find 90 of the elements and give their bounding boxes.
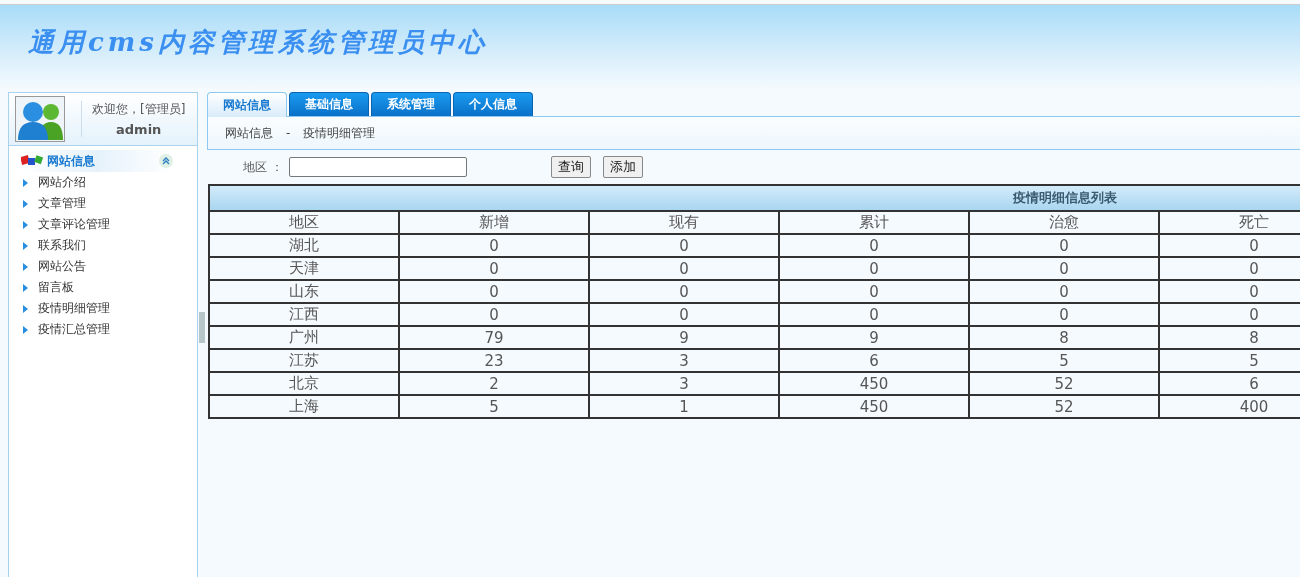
sidebar-item[interactable]: 网站公告 [38,258,86,275]
triangle-icon [23,199,28,208]
table-cell: 2 [399,372,589,395]
users-icon [15,96,65,142]
sidebar-item[interactable]: 文章管理 [38,195,86,212]
table-cell: 0 [779,257,969,280]
column-header: 死亡 [1159,211,1300,234]
table-cell: 52 [969,372,1159,395]
sidebar-item[interactable]: 疫情明细管理 [38,300,110,317]
table-cell: 23 [399,349,589,372]
table-cell: 0 [1159,234,1300,257]
table-cell: 0 [779,280,969,303]
triangle-icon [23,220,28,229]
table-cell: 0 [969,234,1159,257]
table-cell: 江西 [209,303,399,326]
table-cell: 6 [779,349,969,372]
column-header: 治愈 [969,211,1159,234]
table-cell: 450 [779,395,969,418]
table-cell: 0 [399,257,589,280]
tab[interactable]: 个人信息 [453,92,533,116]
table-cell: 天津 [209,257,399,280]
table-cell: 上海 [209,395,399,418]
query-button[interactable]: 查询 [550,156,591,178]
table-cell: 0 [399,234,589,257]
table-cell: 0 [589,234,779,257]
welcome-text: 欢迎您，[管理员] [92,101,186,118]
column-header: 地区 [209,211,399,234]
column-header: 新增 [399,211,589,234]
table-cell: 79 [399,326,589,349]
table-cell: 5 [1159,349,1300,372]
sidebar-item[interactable]: 文章评论管理 [38,216,110,233]
table-cell: 广州 [209,326,399,349]
splitter-handle[interactable] [199,312,205,343]
table-cell: 山东 [209,280,399,303]
table-cell: 9 [589,326,779,349]
blocks-icon [21,155,43,167]
table-cell: 0 [1159,280,1300,303]
sidebar-item[interactable]: 网站介绍 [38,174,86,191]
sidebar-item[interactable]: 留言板 [38,279,74,296]
table-cell: 8 [969,326,1159,349]
table-cell: 0 [779,234,969,257]
table-cell: 0 [969,280,1159,303]
column-header: 现有 [589,211,779,234]
table-cell: 9 [779,326,969,349]
sidebar-item[interactable]: 联系我们 [38,237,86,254]
table-cell: 湖北 [209,234,399,257]
table-cell: 0 [779,303,969,326]
tab[interactable]: 系统管理 [371,92,451,116]
table-cell: 8 [1159,326,1300,349]
breadcrumb-text: - [286,126,291,140]
region-input[interactable] [288,157,467,177]
table-cell: 0 [399,303,589,326]
table-cell: 0 [969,303,1159,326]
triangle-icon [23,241,28,250]
table-cell: 0 [399,280,589,303]
site-title: 通用cms内容管理系统管理员中心 [28,26,488,59]
tab[interactable]: 基础信息 [289,92,369,116]
table-cell: 450 [779,372,969,395]
collapse-icon[interactable] [159,154,173,168]
table-cell: 5 [969,349,1159,372]
table-cell: 5 [399,395,589,418]
table-cell: 52 [969,395,1159,418]
table-cell: 0 [1159,257,1300,280]
table-cell: 0 [1159,303,1300,326]
table-cell: 江苏 [209,349,399,372]
triangle-icon [23,304,28,313]
triangle-icon [23,325,28,334]
region-label: 地区 ： [243,158,283,176]
breadcrumb-text: 网站信息 [225,124,273,142]
table-cell: 6 [1159,372,1300,395]
table-cell: 0 [589,257,779,280]
table-cell: 0 [589,303,779,326]
table-cell: 3 [589,349,779,372]
column-header: 累计 [779,211,969,234]
table-title: 疫情明细信息列表 [209,185,1300,211]
table-cell: 北京 [209,372,399,395]
breadcrumb-text: 疫情明细管理 [303,124,376,142]
tab[interactable]: 网站信息 [207,92,287,117]
table-cell: 0 [589,280,779,303]
user-name: admin [116,122,162,137]
table-cell: 3 [589,372,779,395]
table-cell: 1 [589,395,779,418]
triangle-icon [23,262,28,271]
add-button[interactable]: 添加 [602,156,643,178]
sidebar-item[interactable]: 疫情汇总管理 [38,321,110,338]
triangle-icon [23,178,28,187]
table-cell: 400 [1159,395,1300,418]
sidebar-section-header[interactable]: 网站信息 [21,150,173,172]
triangle-icon [23,283,28,292]
table-cell: 0 [969,257,1159,280]
